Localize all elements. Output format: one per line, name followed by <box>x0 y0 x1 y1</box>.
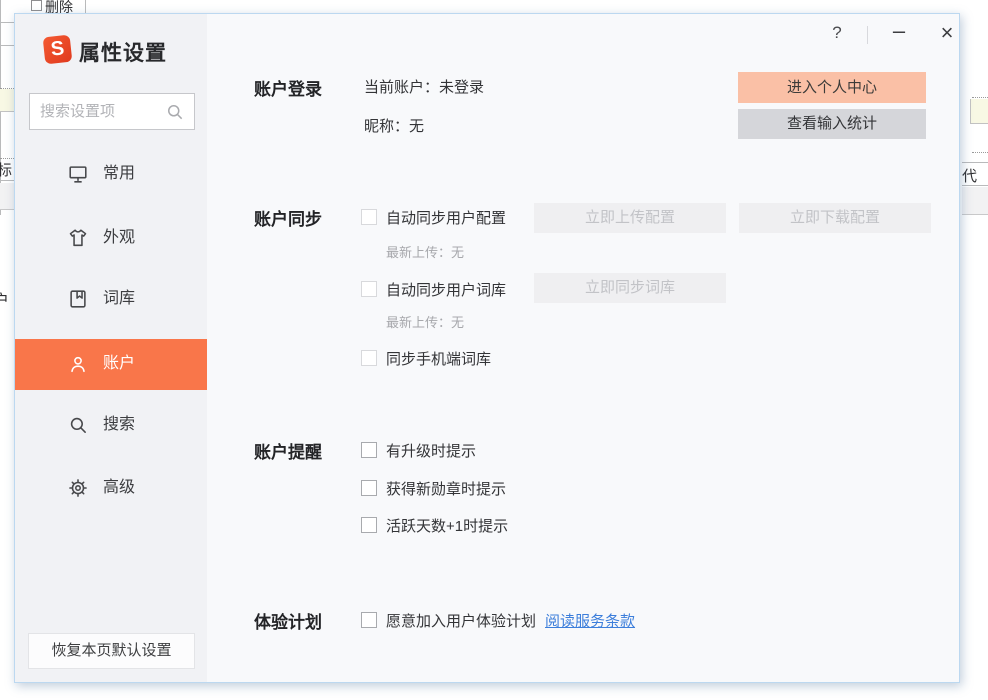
enter-personal-center-button[interactable]: 进入个人中心 <box>738 72 926 103</box>
search-box <box>29 93 195 130</box>
help-icon[interactable]: ? <box>828 23 846 43</box>
medal-reminder-label: 获得新勋章时提示 <box>386 478 506 499</box>
user-icon <box>67 353 89 375</box>
upgrade-reminder-row: 有升级时提示 <box>361 437 476 463</box>
auto-sync-config-label: 自动同步用户配置 <box>386 207 506 228</box>
experience-plan-row: 愿意加入用户体验计划 阅读服务条款 <box>361 607 635 633</box>
current-account-text: 当前账户：未登录 <box>364 76 484 97</box>
sync-mobile-dict-row: 同步手机端词库 <box>361 345 491 371</box>
search-icon <box>67 414 89 436</box>
minimize-icon[interactable]: – <box>889 18 909 44</box>
active-days-reminder-label: 活跃天数+1时提示 <box>386 515 508 536</box>
sogou-logo-icon: S <box>43 35 73 65</box>
auto-sync-dict-label: 自动同步用户词库 <box>386 279 506 300</box>
upgrade-reminder-checkbox[interactable] <box>361 442 377 458</box>
view-input-stats-button[interactable]: 查看输入统计 <box>738 109 926 139</box>
active-days-reminder-checkbox[interactable] <box>361 517 377 533</box>
terms-of-service-link[interactable]: 阅读服务条款 <box>545 610 635 631</box>
sync-mobile-dict-checkbox[interactable] <box>361 350 377 366</box>
experience-plan-label: 愿意加入用户体验计划 <box>386 610 536 631</box>
sync-dict-row: 自动同步用户词库 <box>361 276 506 302</box>
bg-left-partial-text: 户 <box>0 287 9 311</box>
experience-plan-checkbox[interactable] <box>361 612 377 628</box>
gear-icon <box>67 477 89 499</box>
tshirt-icon <box>67 227 89 249</box>
upload-config-now-button[interactable]: 立即上传配置 <box>534 203 726 233</box>
last-upload-dict-text: 最新上传：无 <box>386 312 464 331</box>
bg-table-line <box>0 180 14 181</box>
titlebar-separator <box>867 26 868 44</box>
bg-table-dotted-line <box>972 97 988 98</box>
sidebar-item-label: 搜索 <box>103 400 135 450</box>
auto-sync-config-checkbox[interactable] <box>361 209 377 225</box>
sidebar-item-label: 词库 <box>103 274 135 324</box>
bg-table-line <box>962 162 988 163</box>
download-config-now-button[interactable]: 立即下载配置 <box>739 203 931 233</box>
sidebar-item-dictionary[interactable]: 词库 <box>15 274 207 324</box>
section-login-label: 账户登录 <box>254 75 322 100</box>
sidebar-item-label: 账户 <box>103 339 135 389</box>
nickname-text: 昵称：无 <box>364 115 424 136</box>
sync-config-row: 自动同步用户配置 <box>361 204 506 230</box>
sync-dict-now-button[interactable]: 立即同步词库 <box>534 273 726 303</box>
bg-highlight-row <box>0 89 14 112</box>
bg-gray-row <box>962 187 988 215</box>
sidebar-item-common[interactable]: 常用 <box>15 149 207 199</box>
bg-delete-checkbox[interactable] <box>31 0 42 11</box>
bg-table-line <box>962 185 988 186</box>
bg-table-line <box>0 45 14 46</box>
auto-sync-dict-checkbox[interactable] <box>361 281 377 297</box>
sidebar-item-label: 高级 <box>103 463 135 513</box>
bg-table-border <box>85 0 86 13</box>
bg-gray-row <box>0 183 14 210</box>
sidebar-item-search[interactable]: 搜索 <box>15 400 207 450</box>
sidebar-item-label: 外观 <box>103 213 135 263</box>
sidebar-item-label: 常用 <box>103 149 135 199</box>
upgrade-reminder-label: 有升级时提示 <box>386 440 476 461</box>
dictionary-icon <box>67 288 89 310</box>
close-icon[interactable]: × <box>935 20 959 46</box>
sync-mobile-dict-label: 同步手机端词库 <box>386 348 491 369</box>
bg-right-text: 代 <box>962 165 977 186</box>
sidebar: S 属性设置 常用 外观 词库 <box>15 14 207 682</box>
sidebar-item-appearance[interactable]: 外观 <box>15 213 207 263</box>
medal-reminder-row: 获得新勋章时提示 <box>361 475 506 501</box>
search-icon <box>165 102 185 122</box>
bg-left-text: 标 <box>0 159 12 180</box>
restore-defaults-button[interactable]: 恢复本页默认设置 <box>28 633 195 669</box>
active-days-reminder-row: 活跃天数+1时提示 <box>361 512 508 538</box>
bg-table-line <box>0 22 14 23</box>
page-title: 属性设置 <box>79 37 167 67</box>
medal-reminder-checkbox[interactable] <box>361 480 377 496</box>
sidebar-item-advanced[interactable]: 高级 <box>15 463 207 513</box>
bg-table-dotted-line <box>972 152 988 153</box>
section-sync-label: 账户同步 <box>254 205 322 230</box>
settings-window: ? – × S 属性设置 常用 外观 词库 <box>14 13 960 683</box>
bg-highlight-row <box>970 99 988 124</box>
monitor-icon <box>67 163 89 185</box>
section-reminder-label: 账户提醒 <box>254 438 322 463</box>
last-upload-config-text: 最新上传：无 <box>386 242 464 261</box>
sidebar-item-account[interactable]: 账户 <box>15 339 207 390</box>
section-experience-label: 体验计划 <box>254 608 322 633</box>
